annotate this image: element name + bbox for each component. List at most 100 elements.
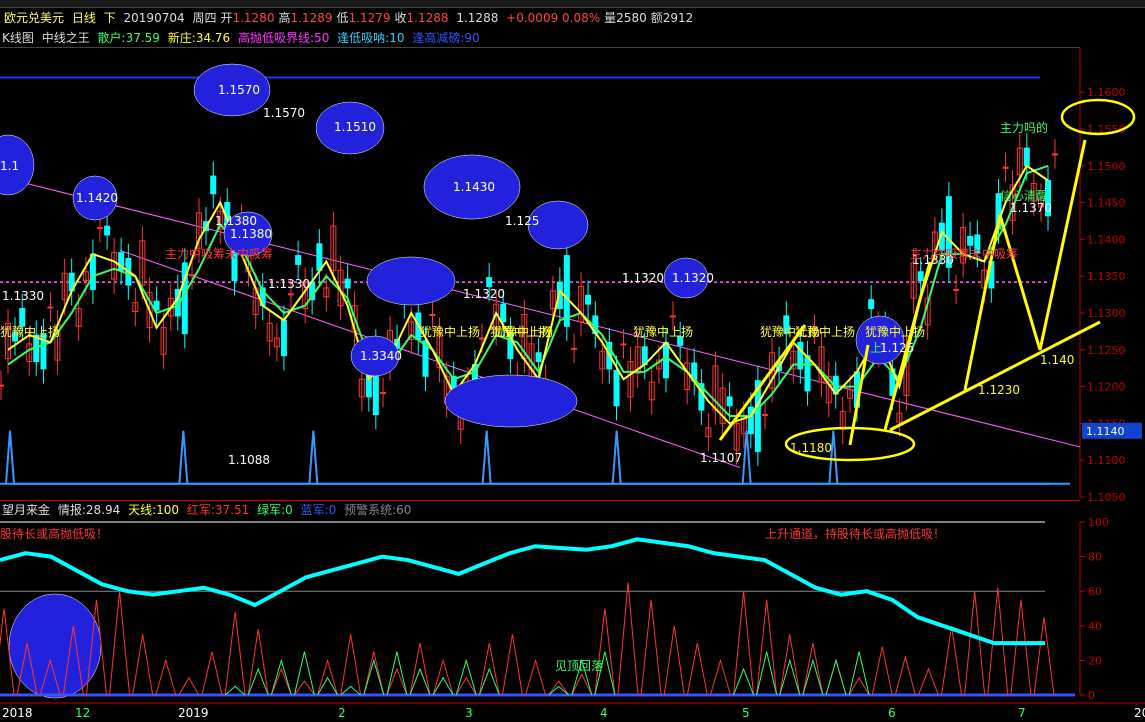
candle xyxy=(429,313,436,316)
red-bar xyxy=(871,646,893,696)
candle xyxy=(19,308,26,327)
red-bar xyxy=(247,629,269,696)
price-plot: 1.15701.15701.15101.14301.14201.13801.13… xyxy=(0,63,1136,699)
price-annotation: 1.140 xyxy=(1040,353,1074,367)
price-annotation: 1.1330 xyxy=(268,277,310,291)
date-tick-label: 3 xyxy=(465,706,473,720)
red-bar xyxy=(617,582,639,696)
price-tick-label: 1.1250 xyxy=(1087,344,1126,357)
signal-annotation: 犹豫中上扬 xyxy=(0,324,60,339)
highlight-ellipse xyxy=(8,593,102,699)
candle xyxy=(89,253,96,290)
osc-tick-label: 40 xyxy=(1088,620,1102,633)
price-tick-label: 1.1600 xyxy=(1087,86,1126,99)
oscillator-axis: 100 80 60 40 20 0 xyxy=(1079,516,1109,702)
red-bar xyxy=(1033,617,1055,696)
candle xyxy=(478,337,485,340)
candle xyxy=(967,235,974,246)
osc-tick-label: 20 xyxy=(1088,654,1102,667)
date-tick-label: 2018 xyxy=(2,706,33,720)
price-annotation: 1.1320 xyxy=(622,271,664,285)
candle xyxy=(762,414,769,417)
candle xyxy=(210,175,217,195)
price-annotation: 1.3340 xyxy=(360,349,402,363)
price-annotation: 1.125 xyxy=(880,341,914,355)
red-bar xyxy=(964,591,986,696)
osc-annotation: 见顶回落 xyxy=(555,659,603,673)
date-tick-label: 4 xyxy=(600,706,608,720)
candle xyxy=(500,303,507,323)
candle xyxy=(280,319,287,357)
candle xyxy=(662,341,669,379)
osc-annotation: 上升通道，持股待长或高抛低吸！ xyxy=(765,526,945,541)
red-bar xyxy=(663,625,685,696)
red-bar xyxy=(825,658,847,696)
red-bar xyxy=(1010,599,1032,696)
candle xyxy=(868,299,875,310)
green-bar xyxy=(825,658,847,696)
price-axis: 1.16001.15501.15001.14501.14001.13501.13… xyxy=(1079,48,1142,504)
trend-arrow xyxy=(1038,139,1087,351)
date-tick-label: 12 xyxy=(75,706,90,720)
candle xyxy=(804,355,811,392)
red-bar xyxy=(178,676,200,696)
red-bar xyxy=(224,611,246,696)
price-tick-label: 1.1350 xyxy=(1087,270,1126,283)
candle xyxy=(917,271,924,282)
red-bar xyxy=(894,654,916,696)
signal-annotation: 犹豫中上扬 xyxy=(795,324,855,339)
candle xyxy=(344,278,351,289)
price-annotation: 1.1 xyxy=(0,159,19,173)
candle xyxy=(613,369,620,407)
red-bar xyxy=(941,625,963,696)
red-bar xyxy=(686,643,708,696)
red-bar xyxy=(363,651,385,696)
green-bar xyxy=(733,667,755,696)
oscillator-plot: 股待长或高抛低吸！ 上升通道，持股待长或高抛低吸！ 见顶回落 xyxy=(0,521,1075,697)
signal-annotation: 犹豫中上扬 xyxy=(493,324,553,339)
candle xyxy=(585,294,592,305)
date-tick-label: 2019 xyxy=(178,706,209,720)
price-annotation: 1.1510 xyxy=(334,120,376,134)
signal-annotation: 主力中吸筹未中吸筹 xyxy=(165,246,273,261)
price-annotation: 1.1380 xyxy=(230,227,272,241)
price-tick-label: 1.1050 xyxy=(1087,491,1126,504)
highlight-ellipse xyxy=(855,315,905,365)
chart-canvas[interactable]: 1.16001.15501.15001.14501.14001.13501.13… xyxy=(0,0,1145,722)
green-bar xyxy=(756,651,778,696)
red-bar xyxy=(917,667,939,696)
red-bar xyxy=(640,599,662,696)
highlight-ellipse xyxy=(444,374,578,428)
signal-spikes xyxy=(5,430,1050,485)
price-annotation: 1.1320 xyxy=(672,271,714,285)
highlight-ellipse xyxy=(366,256,456,306)
price-annotation: 1.1230 xyxy=(978,383,1020,397)
candle xyxy=(316,243,323,271)
signal-annotation: 主力吗的 xyxy=(1000,120,1048,135)
osc-tick-label: 0 xyxy=(1088,689,1095,702)
last-price-label: 1.1140 xyxy=(1086,425,1125,438)
candle xyxy=(1002,166,1009,169)
price-tick-label: 1.1200 xyxy=(1087,381,1126,394)
candle xyxy=(47,306,54,309)
red-bar xyxy=(155,658,177,696)
green-bar xyxy=(363,658,385,696)
candle xyxy=(953,288,960,291)
signal-annotation: 犹豫中上扬 xyxy=(420,324,480,339)
red-bar xyxy=(109,591,131,696)
red-bar xyxy=(802,643,824,696)
date-tick-label: 20 xyxy=(1134,706,1145,720)
price-annotation: 1.1180 xyxy=(790,441,832,455)
price-annotation: 1.1320 xyxy=(463,287,505,301)
price-annotation: 1.1330 xyxy=(2,289,44,303)
candle xyxy=(380,391,387,394)
red-bar xyxy=(733,591,755,696)
price-annotation: 1.1430 xyxy=(453,180,495,194)
candle xyxy=(535,352,542,363)
green-bar xyxy=(270,658,292,696)
osc-tick-label: 80 xyxy=(1088,551,1102,564)
date-axis: 2018 12 2019 2 3 4 5 6 7 20 xyxy=(0,702,1145,720)
red-bar xyxy=(132,634,154,696)
candle xyxy=(726,396,733,407)
date-tick-label: 6 xyxy=(888,706,896,720)
